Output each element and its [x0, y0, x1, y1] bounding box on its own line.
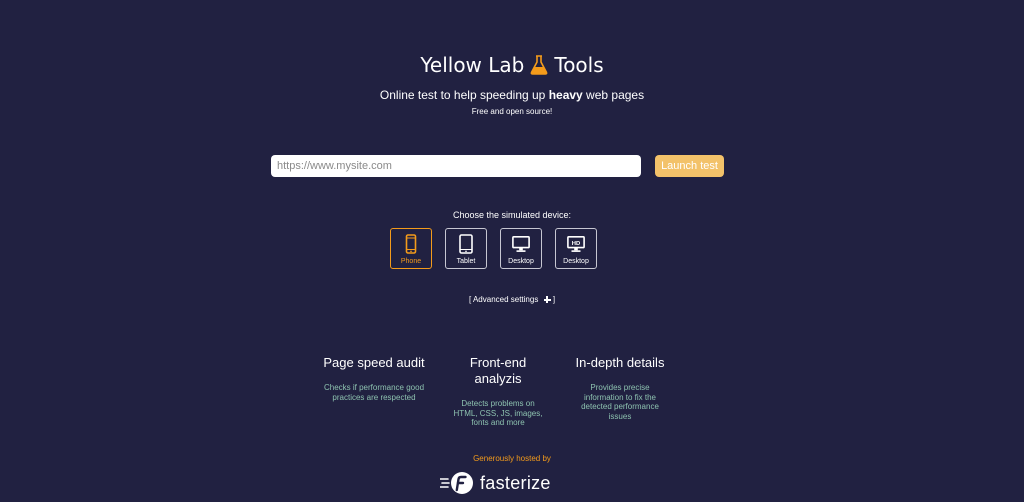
feature-desc: Detects problems on HTML, CSS, JS, image…: [453, 399, 543, 427]
feature-front-end: Front-end analyzis Detects problems on H…: [450, 355, 546, 428]
feature-title: Front-end analyzis: [469, 355, 527, 386]
advanced-settings-toggle[interactable]: [ Advanced settings ]: [0, 295, 1024, 304]
device-label-desktop: Desktop: [508, 258, 534, 265]
sponsor-name: fasterize: [480, 472, 551, 493]
device-tablet[interactable]: Tablet: [445, 228, 487, 269]
plus-icon: [543, 296, 551, 303]
launch-test-button[interactable]: Launch test: [655, 155, 724, 177]
hosted-by-label: Generously hosted by: [473, 454, 551, 463]
title-part-2: Tools: [554, 53, 604, 77]
feature-page-speed: Page speed audit Checks if performance g…: [321, 355, 427, 402]
subtitle-text-1: Online test to help speeding up: [379, 88, 549, 102]
device-label-phone: Phone: [400, 258, 422, 265]
fasterize-logo[interactable]: fasterize: [440, 470, 551, 496]
desktop-icon: [512, 235, 530, 252]
device-desktop-hd[interactable]: HD Desktop: [555, 228, 597, 269]
feature-in-depth: In-depth details Provides precise inform…: [570, 355, 670, 421]
fasterize-icon: [440, 472, 473, 494]
subtitle: Online test to help speeding up heavy we…: [0, 88, 1024, 102]
feature-title: Page speed audit: [323, 355, 425, 370]
tablet-icon: [459, 234, 473, 254]
device-selector: Phone Tablet Desktop HD Desktop: [390, 228, 597, 269]
title-part-1: Yellow Lab: [420, 53, 525, 77]
tagline: Free and open source!: [471, 107, 553, 116]
feature-desc: Provides precise information to fix the …: [581, 383, 659, 421]
device-label-tablet: Tablet: [456, 258, 476, 265]
url-input[interactable]: [271, 155, 641, 177]
subtitle-text-2: web pages: [582, 88, 645, 102]
hd-badge: HD: [572, 241, 580, 247]
device-phone[interactable]: Phone: [390, 228, 432, 269]
header: Yellow Lab Tools: [0, 52, 1024, 78]
flask-icon: [530, 55, 548, 75]
subtitle-bold: heavy: [548, 88, 583, 102]
app-title: Yellow Lab Tools: [420, 52, 603, 78]
device-label: Choose the simulated device:: [452, 210, 572, 220]
advanced-settings-label: [ Advanced settings: [468, 295, 539, 304]
page: Yellow Lab Tools Online test to help spe…: [0, 0, 1024, 502]
desktop-hd-icon: HD: [567, 235, 585, 252]
advanced-settings-close: ]: [552, 295, 556, 304]
device-label-desktop-hd: Desktop: [563, 258, 589, 265]
device-desktop[interactable]: Desktop: [500, 228, 542, 269]
phone-icon: [405, 234, 417, 254]
feature-desc: Checks if performance good practices are…: [323, 383, 425, 402]
feature-title: In-depth details: [575, 355, 665, 370]
